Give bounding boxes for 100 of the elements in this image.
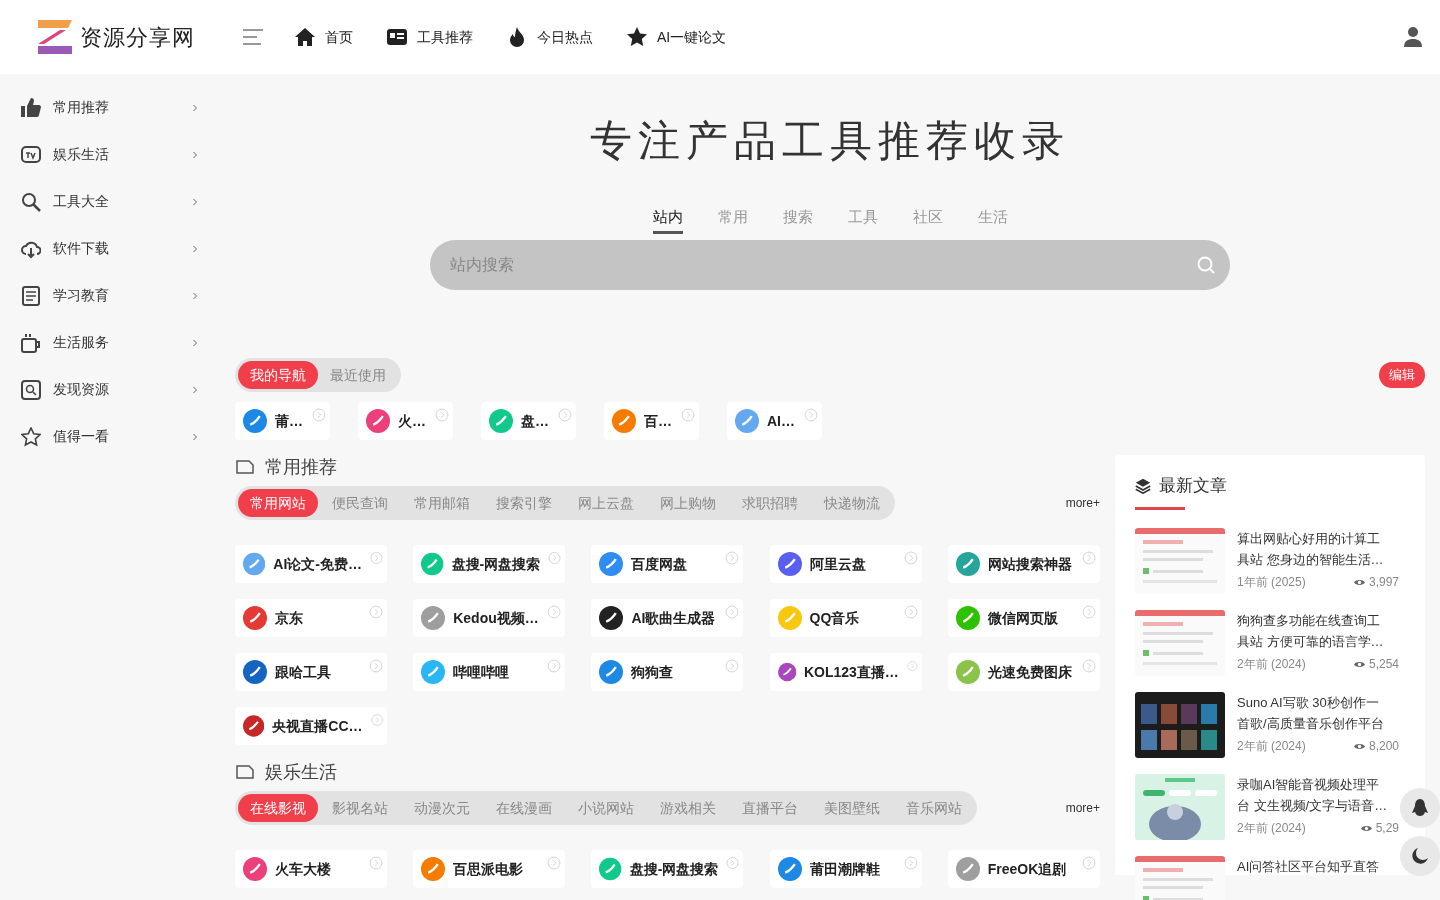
- site-name: AI论文-免费…: [273, 554, 362, 574]
- site-card[interactable]: 狗狗查: [591, 653, 744, 691]
- site-logo-icon: [243, 714, 265, 738]
- arrow-circle-icon: [435, 408, 449, 422]
- site-card[interactable]: 哔哩哔哩: [413, 653, 566, 691]
- site-card[interactable]: AI…: [727, 402, 822, 440]
- site-name: 狗狗查: [631, 662, 675, 682]
- arrow-circle-icon: [547, 605, 562, 619]
- site-logo-icon: [735, 409, 759, 433]
- section-title: 娱乐生活: [265, 760, 337, 784]
- site-card[interactable]: 盘…: [481, 402, 576, 440]
- sidebar-item[interactable]: 工具大全: [0, 178, 220, 225]
- search-tab[interactable]: 站内: [652, 204, 683, 234]
- news-card-icon: [387, 27, 407, 47]
- arrow-circle-icon: [726, 856, 740, 870]
- site-card[interactable]: 盘搜-网盘搜索: [413, 545, 566, 583]
- site-card[interactable]: 百度网盘: [591, 545, 744, 583]
- flame-icon: [507, 27, 527, 47]
- sidebar-item[interactable]: 生活服务: [0, 319, 220, 366]
- category-tab[interactable]: 我的导航: [238, 361, 318, 389]
- sidebar-item[interactable]: 值得一看: [0, 413, 220, 460]
- site-name: AI…: [767, 411, 796, 431]
- site-card[interactable]: AI论文-免费…: [235, 545, 387, 583]
- arrow-circle-icon: [369, 605, 383, 619]
- site-card[interactable]: 京东: [235, 599, 387, 637]
- sidebar-item[interactable]: 发现资源: [0, 366, 220, 413]
- site-name: 阿里云盘: [809, 554, 867, 574]
- nav-link[interactable]: 首页: [295, 26, 353, 48]
- nav-link[interactable]: AI一键论文: [627, 26, 727, 48]
- site-logo-icon: [955, 552, 980, 576]
- dark-mode-button[interactable]: [1400, 836, 1440, 876]
- user-icon[interactable]: [1404, 27, 1422, 47]
- site-logo-icon: [612, 409, 636, 433]
- site-logo-icon: [599, 857, 622, 881]
- category-tab[interactable]: 在线影视: [238, 794, 318, 822]
- site-card[interactable]: 百…: [604, 402, 699, 440]
- category-tab[interactable]: 常用网站: [238, 489, 318, 517]
- site-card[interactable]: 网站搜索神器: [947, 545, 1100, 583]
- arrow-circle-icon: [1081, 605, 1096, 619]
- arrow-circle-icon: [725, 551, 740, 565]
- site-card[interactable]: FreeOK追剧: [947, 850, 1100, 888]
- arrow-circle-icon: [547, 659, 562, 673]
- article-title[interactable]: 狗狗查多功能在线查询工具站 方便可靠的语言学…: [1237, 610, 1391, 652]
- site-logo-icon: [489, 409, 513, 433]
- nav-link[interactable]: 工具推荐: [387, 26, 473, 48]
- nav-link[interactable]: 今日热点: [507, 26, 593, 48]
- site-card[interactable]: 莆田潮牌鞋: [769, 850, 922, 888]
- sidebar-item[interactable]: 娱乐生活: [0, 131, 220, 178]
- site-card[interactable]: 跟哈工具: [235, 653, 387, 691]
- site-name: 百思派电影: [453, 859, 525, 879]
- site-logo-icon: [243, 857, 267, 881]
- site-logo-icon: [243, 552, 266, 576]
- article-title[interactable]: 算出网贴心好用的计算工具站 您身边的智能生活…: [1237, 528, 1391, 570]
- site-card[interactable]: Kedou视频…: [413, 599, 566, 637]
- article-title[interactable]: AI问答社区平台知乎直答: [1237, 856, 1391, 877]
- site-card[interactable]: 微信网页版: [947, 599, 1100, 637]
- arrow-circle-icon: [370, 713, 383, 727]
- star-icon: [627, 27, 647, 47]
- arrow-circle-icon: [906, 659, 918, 673]
- arrow-circle-icon: [547, 856, 562, 870]
- edit-button[interactable]: 编辑: [1379, 362, 1425, 388]
- site-card[interactable]: QQ音乐: [769, 599, 922, 637]
- sidebar-item[interactable]: 学习教育: [0, 272, 220, 319]
- more-link[interactable]: more+: [1065, 494, 1100, 512]
- site-logo-icon: [421, 660, 446, 684]
- more-link[interactable]: more+: [1065, 799, 1100, 817]
- site-card[interactable]: 莆…: [235, 402, 330, 440]
- view-count: 5,29: [1375, 820, 1399, 837]
- article-title[interactable]: 录咖AI智能音视频处理平台 文生视频/文字与语音…: [1237, 774, 1391, 816]
- site-card[interactable]: 盘搜-网盘搜索: [591, 850, 744, 888]
- site-card[interactable]: AI歌曲生成器: [591, 599, 744, 637]
- article-title[interactable]: Suno AI写歌 30秒创作一首歌/高质量音乐创作平台: [1237, 692, 1391, 734]
- site-card[interactable]: 阿里云盘: [769, 545, 922, 583]
- site-logo-icon: [599, 606, 624, 630]
- site-logo-text[interactable]: 资源分享网: [80, 20, 196, 54]
- site-card[interactable]: 火车大楼: [235, 850, 387, 888]
- site-card[interactable]: 火…: [358, 402, 453, 440]
- hero-title: 专注产品工具推荐收录: [589, 116, 1071, 166]
- site-name: AI歌曲生成器: [631, 608, 717, 628]
- site-logo-icon: [243, 409, 267, 433]
- search-field[interactable]: 站内搜索: [430, 240, 1230, 290]
- arrow-circle-icon: [903, 856, 918, 870]
- site-logo-icon: [243, 660, 267, 684]
- site-card[interactable]: 央视直播CC…: [235, 707, 387, 745]
- site-card[interactable]: 光速免费图床: [947, 653, 1100, 691]
- site-name: 百…: [644, 411, 673, 431]
- tag-icon: [235, 457, 255, 477]
- site-card[interactable]: 百思派电影: [413, 850, 566, 888]
- site-logo-icon: [955, 857, 980, 881]
- arrow-circle-icon: [370, 551, 383, 565]
- sidebar-item[interactable]: 常用推荐: [0, 84, 220, 131]
- chevron-right-icon: [190, 384, 200, 395]
- site-logo-icon: [777, 552, 802, 576]
- moon-icon: [1412, 848, 1428, 864]
- site-card[interactable]: KOL123直播…: [769, 653, 922, 691]
- search-icon: [21, 379, 41, 400]
- qq-button[interactable]: [1400, 788, 1440, 828]
- menu-icon[interactable]: [243, 28, 263, 46]
- sidebar-item[interactable]: 软件下载: [0, 225, 220, 272]
- chevron-right-icon: [190, 149, 200, 160]
